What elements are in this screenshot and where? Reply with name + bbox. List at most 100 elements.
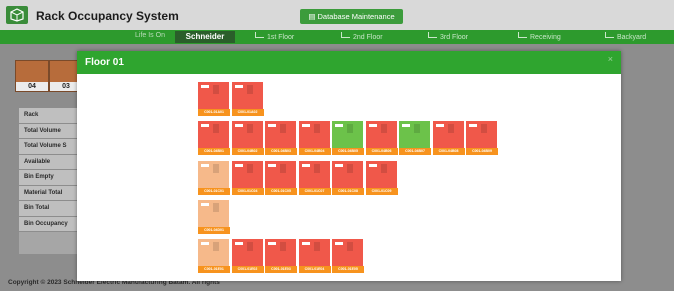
bin-cell[interactable]: C001-01E04	[298, 239, 331, 274]
bin-tag-icon	[268, 242, 276, 246]
document-icon	[313, 242, 320, 252]
chart-line-icon	[428, 32, 437, 38]
bin-label: C001-04B01	[198, 148, 230, 156]
bin-tag-icon	[201, 202, 209, 206]
document-icon	[347, 242, 353, 252]
database-icon: ▤	[308, 12, 318, 21]
nav-item-3rd-floor[interactable]: 3rd Floor	[428, 32, 468, 41]
summary-row: Bin Empty	[19, 170, 79, 186]
bin-label: C001-01C09	[365, 187, 398, 195]
bin-cell[interactable]: C001-04D01	[198, 199, 230, 234]
bin-tag-icon	[234, 242, 243, 246]
bin-cell[interactable]: C001-01E02	[231, 239, 264, 274]
chart-line-icon	[605, 32, 614, 38]
rack-tile-04[interactable]: 04	[15, 60, 49, 92]
bin-label: C001-01E01	[198, 266, 230, 274]
document-icon	[213, 163, 219, 173]
bin-tag-icon	[368, 163, 377, 167]
bin-label: C001-04B04	[298, 148, 331, 156]
document-icon	[347, 124, 353, 134]
document-icon	[246, 242, 253, 252]
bin-label: C001-01E04	[298, 266, 331, 274]
bin-cell[interactable]: C001-04B06	[365, 121, 398, 156]
document-icon	[347, 163, 353, 173]
document-icon	[246, 163, 253, 173]
nav-item-receiving[interactable]: Receiving	[518, 32, 561, 41]
bin-cell[interactable]: C001-04B04	[298, 121, 331, 156]
nav-item-backyard[interactable]: Backyard	[605, 32, 646, 41]
bin-label: C001-01E02	[231, 266, 264, 274]
bin-tag-icon	[301, 242, 310, 246]
top-bar: Rack Occupancy System ▤ Database Mainten…	[0, 0, 674, 30]
bin-tag-icon	[301, 124, 310, 128]
summary-row: Available	[19, 154, 79, 170]
document-icon	[246, 124, 253, 134]
bin-label: C001-01C08	[332, 187, 364, 195]
brand-logo: Schneider	[175, 31, 235, 43]
bin-tag-icon	[268, 124, 276, 128]
document-icon	[380, 124, 387, 134]
close-icon[interactable]: ×	[608, 54, 613, 64]
bin-cell[interactable]: C001-01C01	[198, 160, 230, 195]
bin-label: C001-04B03	[265, 148, 297, 156]
nav-item-2nd-floor[interactable]: 2nd Floor	[341, 32, 383, 41]
document-icon	[213, 242, 219, 252]
summary-row: Total Volume	[19, 123, 79, 139]
bin-label: C001-01E05	[332, 266, 364, 274]
nav-item-1st-floor[interactable]: 1st Floor	[255, 32, 294, 41]
database-maintenance-button[interactable]: ▤ Database Maintenance	[300, 9, 403, 24]
modal-header: Floor 01 ×	[77, 51, 621, 74]
app-title: Rack Occupancy System	[36, 9, 179, 23]
bin-cell[interactable]: C001-01E05	[332, 239, 364, 274]
document-icon	[313, 124, 320, 134]
bin-tag-icon	[234, 85, 243, 88]
chart-line-icon	[518, 32, 527, 38]
bin-tag-icon	[201, 124, 209, 128]
bin-label: C001-01C07	[298, 187, 331, 195]
document-icon	[447, 124, 454, 134]
bin-cell[interactable]: C001-01E03	[265, 239, 297, 274]
floor-modal: Floor 01 × C001-01A01 C001-01A02 C001-04B0…	[77, 51, 621, 281]
bin-cell[interactable]: C001-01A02	[231, 82, 264, 116]
bin-cell[interactable]: C001-04B09	[466, 121, 498, 156]
document-icon	[380, 163, 387, 173]
bin-cell[interactable]: C001-04B03	[265, 121, 297, 156]
bin-tag-icon	[201, 163, 209, 167]
bin-label: C001-01E03	[265, 266, 297, 274]
bin-cell[interactable]: C001-01C05	[265, 160, 297, 195]
bin-cell[interactable]: C001-04B07	[399, 121, 431, 156]
modal-title: Floor 01	[85, 57, 124, 68]
bin-label: C001-04D01	[198, 226, 230, 234]
bin-cell[interactable]: C001-01C08	[332, 160, 364, 195]
summary-row: Bin Total	[19, 201, 79, 217]
bin-tag-icon	[234, 163, 243, 167]
bin-tag-icon	[335, 163, 343, 167]
document-icon	[414, 124, 420, 134]
bin-label: C001-04B05	[332, 148, 364, 156]
bin-cell[interactable]: C001-01C07	[298, 160, 331, 195]
bin-label: C001-01A02	[231, 109, 264, 116]
bin-tag-icon	[368, 124, 377, 128]
bin-tag-icon	[335, 242, 343, 246]
bin-cell[interactable]: C001-04B01	[198, 121, 230, 156]
bin-tag-icon	[268, 163, 276, 167]
bin-cell[interactable]: C001-01C04	[231, 160, 264, 195]
summary-row: Material Total	[19, 185, 79, 201]
bin-cell[interactable]: C001-04B05	[332, 121, 364, 156]
document-icon	[481, 124, 487, 134]
document-icon	[246, 85, 253, 94]
bin-cell[interactable]: C001-01A01	[198, 82, 230, 116]
bin-label: C001-04B06	[365, 148, 398, 156]
bin-label: C001-04B07	[399, 148, 431, 156]
app-logo	[6, 6, 28, 24]
bin-tag-icon	[435, 124, 444, 128]
bin-tag-icon	[335, 124, 343, 128]
bin-label: C001-04B08	[432, 148, 465, 156]
bin-tag-icon	[201, 85, 209, 88]
bin-tag-icon	[402, 124, 410, 128]
bin-cell[interactable]: C001-04B02	[231, 121, 264, 156]
bin-cell[interactable]: C001-01E01	[198, 239, 230, 274]
bin-tag-icon	[234, 124, 243, 128]
bin-cell[interactable]: C001-04B08	[432, 121, 465, 156]
bin-cell[interactable]: C001-01C09	[365, 160, 398, 195]
